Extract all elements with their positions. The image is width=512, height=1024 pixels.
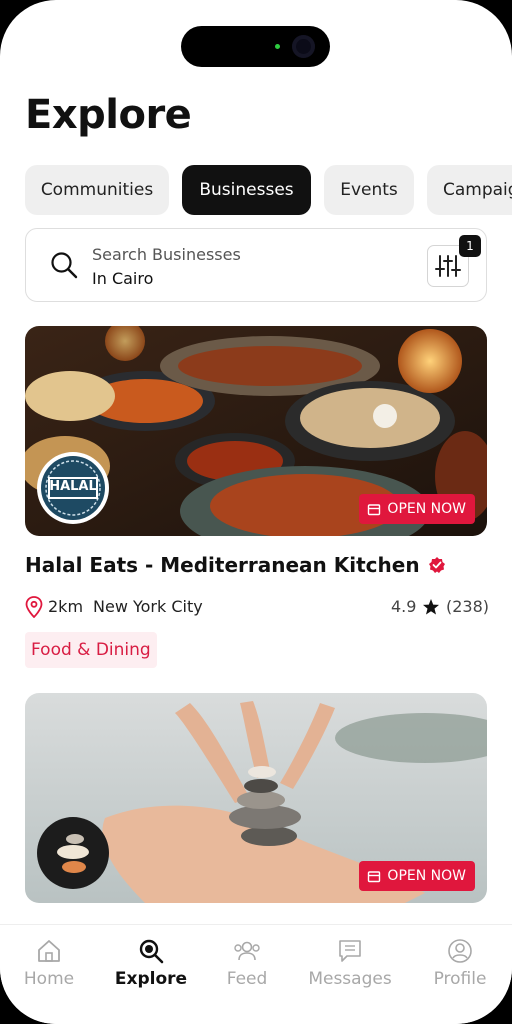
review-count: (238) [446, 597, 490, 616]
search-location[interactable]: In Cairo [92, 269, 153, 288]
business-card-image[interactable]: OPEN NOW [25, 693, 487, 903]
people-icon [234, 941, 260, 961]
open-now-badge: OPEN NOW [359, 861, 475, 891]
profile-icon [448, 939, 472, 963]
city-text: New York City [93, 597, 203, 616]
store-icon [368, 871, 381, 883]
nav-messages-label: Messages [308, 969, 392, 989]
search-bar[interactable]: Search Businesses In Cairo 1 [25, 228, 487, 302]
nav-home[interactable]: Home [14, 937, 84, 989]
explore-search-icon [139, 939, 164, 964]
indicator-dot [275, 44, 280, 49]
camera-icon [292, 35, 315, 58]
open-status-text: OPEN NOW [387, 501, 466, 517]
business-title[interactable]: Halal Eats - Mediterranean Kitchen [25, 553, 446, 577]
nav-profile[interactable]: Profile [427, 937, 493, 989]
business-card-image[interactable]: HALAL OPEN NOW [25, 326, 487, 536]
location-pin-icon [25, 596, 43, 618]
business-name[interactable]: Halal Eats - Mediterranean Kitchen [25, 553, 420, 577]
home-icon [38, 940, 60, 962]
tab-communities[interactable]: Communities [25, 165, 169, 215]
nav-explore[interactable]: Explore [110, 937, 192, 989]
phone-screen: Explore Communities Businesses Events Ca… [0, 0, 512, 1024]
tab-campaigns[interactable]: Campaigns [427, 165, 512, 215]
nav-profile-label: Profile [433, 969, 487, 989]
stones-logo-icon [57, 834, 89, 873]
nav-feed-label: Feed [226, 969, 268, 989]
message-icon [339, 940, 361, 962]
nav-messages[interactable]: Messages [303, 937, 397, 989]
store-icon [368, 504, 381, 516]
nav-home-label: Home [23, 969, 75, 989]
star-icon [423, 599, 439, 615]
category-tabs: Communities Businesses Events Campaigns [25, 165, 512, 215]
rating-value: 4.9 [391, 597, 417, 616]
business-logo [37, 817, 109, 889]
search-input[interactable]: Search Businesses [92, 245, 241, 264]
dynamic-island [181, 26, 330, 67]
category-tag[interactable]: Food & Dining [25, 632, 157, 668]
tab-businesses[interactable]: Businesses [182, 165, 311, 215]
bottom-nav: Home Explore Feed Messages Profile [0, 924, 512, 1024]
open-now-badge: OPEN NOW [359, 494, 475, 524]
distance-text: 2km [48, 597, 84, 616]
tab-events[interactable]: Events [324, 165, 414, 215]
logo-text: HALAL [49, 479, 97, 494]
nav-explore-label: Explore [114, 969, 188, 989]
page-title: Explore [25, 92, 192, 138]
open-status-text: OPEN NOW [387, 868, 466, 884]
search-icon [51, 252, 78, 279]
nav-feed[interactable]: Feed [217, 937, 277, 989]
business-meta: 2km New York City 4.9 (238) [25, 596, 490, 620]
verified-icon [428, 557, 445, 573]
filter-count-badge: 1 [459, 235, 481, 257]
business-logo: HALAL [37, 452, 109, 524]
